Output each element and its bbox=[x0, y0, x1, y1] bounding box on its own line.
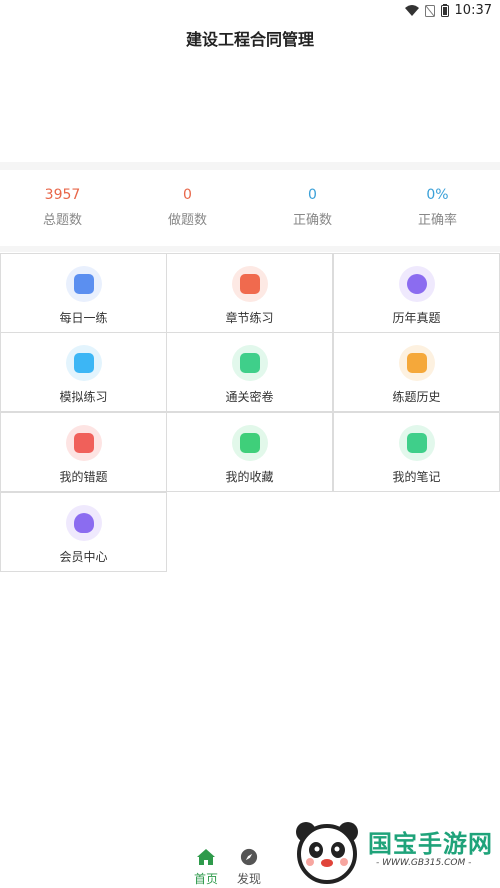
menu-label: 模拟练习 bbox=[59, 390, 108, 404]
stat-value: 0 bbox=[308, 187, 317, 203]
page-title: 建设工程合同管理 bbox=[185, 30, 314, 49]
favorites-icon bbox=[231, 425, 268, 461]
watermark-url: - WWW.GB315.COM - bbox=[376, 858, 472, 868]
wrong-questions-icon bbox=[65, 425, 102, 461]
menu-daily-practice[interactable]: 每日一练 bbox=[0, 253, 167, 333]
site-watermark: 国宝手游网 - WWW.GB315.COM - bbox=[276, 804, 500, 888]
stat-value: 0% bbox=[426, 187, 449, 203]
menu-favorites[interactable]: 我的收藏 bbox=[166, 412, 333, 492]
stat-label: 总题数 bbox=[42, 213, 82, 228]
status-icons: 10:37 bbox=[404, 3, 492, 18]
stat-label: 正确数 bbox=[292, 213, 332, 228]
battery-icon bbox=[440, 4, 449, 17]
menu-practice-history[interactable]: 练题历史 bbox=[333, 332, 500, 412]
menu-secret-paper[interactable]: 通关密卷 bbox=[166, 332, 333, 412]
tab-label: 发现 bbox=[236, 872, 261, 886]
menu-past-exams[interactable]: 历年真题 bbox=[333, 253, 500, 333]
stat-value: 3957 bbox=[44, 187, 81, 203]
menu-notes[interactable]: 我的笔记 bbox=[333, 412, 500, 492]
menu-label: 历年真题 bbox=[392, 311, 441, 325]
stats-panel: 3957 总题数 0 做题数 0 正确数 0% 正确率 bbox=[0, 170, 500, 246]
stat-label: 正确率 bbox=[417, 213, 457, 228]
menu-label: 我的错题 bbox=[59, 470, 108, 484]
menu-chapter-practice[interactable]: 章节练习 bbox=[166, 253, 333, 333]
no-sim-icon bbox=[424, 4, 435, 17]
menu-label: 每日一练 bbox=[59, 311, 108, 325]
secret-paper-icon bbox=[231, 345, 268, 381]
stat-correct-count: 0 正确数 bbox=[250, 170, 375, 246]
menu-label: 练题历史 bbox=[392, 390, 441, 404]
divider bbox=[0, 246, 500, 252]
tab-label: 首页 bbox=[193, 872, 218, 886]
menu-wrong-questions[interactable]: 我的错题 bbox=[0, 412, 167, 492]
mock-practice-icon bbox=[65, 345, 102, 381]
vip-heart-icon bbox=[65, 505, 102, 541]
menu-label: 通关密卷 bbox=[225, 390, 274, 404]
stat-total-questions: 3957 总题数 bbox=[0, 170, 125, 246]
stat-label: 做题数 bbox=[167, 213, 207, 228]
title-bar: 建设工程合同管理 bbox=[0, 24, 500, 60]
menu-label: 章节练习 bbox=[225, 311, 274, 325]
menu-label: 我的笔记 bbox=[392, 470, 441, 484]
menu-mock-practice[interactable]: 模拟练习 bbox=[0, 332, 167, 412]
notes-icon bbox=[398, 425, 435, 461]
stat-correct-rate: 0% 正确率 bbox=[375, 170, 500, 246]
home-icon bbox=[186, 848, 226, 866]
banner-area[interactable] bbox=[0, 60, 500, 162]
history-icon bbox=[398, 345, 435, 381]
stat-done-questions: 0 做题数 bbox=[125, 170, 250, 246]
divider bbox=[0, 162, 500, 170]
watermark-text: 国宝手游网 bbox=[368, 830, 493, 858]
stat-value: 0 bbox=[183, 187, 192, 203]
wifi-icon bbox=[404, 5, 419, 16]
clock-time: 10:37 bbox=[454, 3, 492, 18]
compass-icon bbox=[229, 848, 269, 866]
panda-logo-icon bbox=[296, 822, 358, 884]
chapter-practice-icon bbox=[231, 266, 268, 302]
daily-practice-icon bbox=[65, 266, 102, 302]
past-exams-icon bbox=[398, 266, 435, 302]
menu-label: 我的收藏 bbox=[225, 470, 274, 484]
status-bar: 10:37 bbox=[0, 0, 500, 24]
menu-label: 会员中心 bbox=[59, 550, 108, 564]
tab-home[interactable]: 首页 bbox=[186, 848, 226, 887]
tab-discover[interactable]: 发现 bbox=[229, 848, 269, 887]
menu-vip-center[interactable]: 会员中心 bbox=[0, 492, 167, 572]
